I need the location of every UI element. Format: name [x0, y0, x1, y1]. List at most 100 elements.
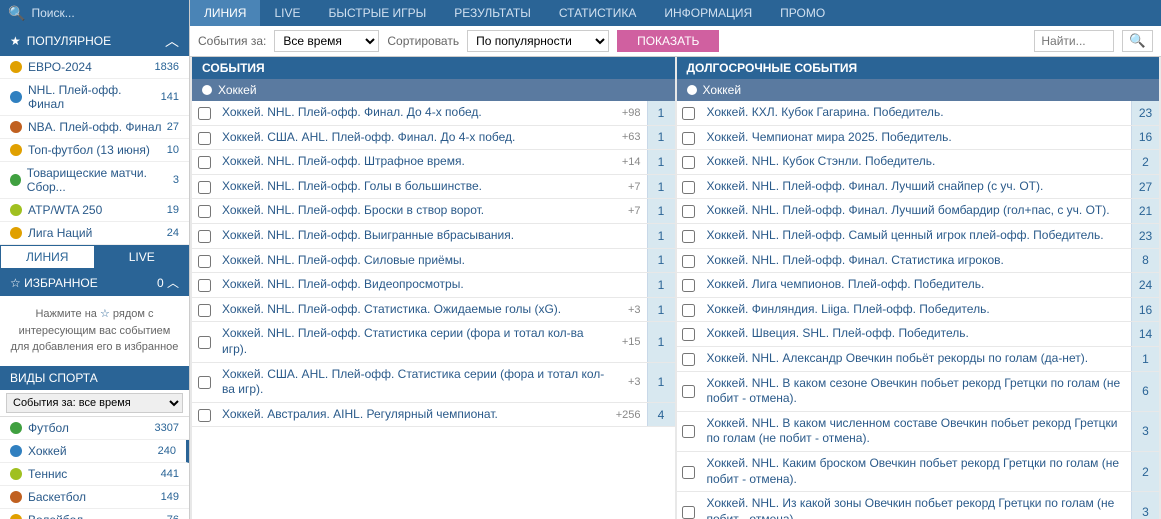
event-badge[interactable]: 1	[647, 101, 675, 125]
event-name[interactable]: Хоккей. NHL. Плей-офф. Видеопросмотры.	[216, 273, 647, 297]
nav-item[interactable]: БЫСТРЫЕ ИГРЫ	[314, 0, 440, 26]
event-name[interactable]: Хоккей. США. AHL. Плей-офф. Финал. До 4-…	[216, 126, 616, 150]
event-badge[interactable]: 14	[1131, 322, 1159, 346]
event-checkbox[interactable]	[198, 230, 211, 243]
event-name[interactable]: Хоккей. Чемпионат мира 2025. Победитель.	[701, 126, 1132, 150]
chevron-up-icon[interactable]: ︿	[165, 31, 179, 51]
event-badge[interactable]: 21	[1131, 199, 1159, 223]
event-badge[interactable]: 1	[647, 224, 675, 248]
event-badge[interactable]: 4	[647, 403, 675, 427]
event-badge[interactable]: 2	[1131, 452, 1159, 491]
event-name[interactable]: Хоккей. США. AHL. Плей-офф. Статистика с…	[216, 363, 622, 402]
event-name[interactable]: Хоккей. NHL. Плей-офф. Самый ценный игро…	[701, 224, 1132, 248]
event-name[interactable]: Хоккей. NHL. Плей-офф. Финал. Лучший сна…	[701, 175, 1132, 199]
event-badge[interactable]: 16	[1131, 298, 1159, 322]
event-name[interactable]: Хоккей. КХЛ. Кубок Гагарина. Победитель.	[701, 101, 1132, 125]
sport-item[interactable]: Хоккей240	[0, 440, 189, 463]
event-checkbox[interactable]	[682, 353, 695, 366]
event-name[interactable]: Хоккей. NHL. Плей-офф. Голы в большинств…	[216, 175, 622, 199]
nav-item[interactable]: ИНФОРМАЦИЯ	[650, 0, 766, 26]
event-badge[interactable]: 24	[1131, 273, 1159, 297]
event-checkbox[interactable]	[682, 328, 695, 341]
event-badge[interactable]: 1	[647, 298, 675, 322]
event-checkbox[interactable]	[682, 132, 695, 145]
event-badge[interactable]: 16	[1131, 126, 1159, 150]
event-checkbox[interactable]	[682, 107, 695, 120]
nav-item[interactable]: СТАТИСТИКА	[545, 0, 650, 26]
sports-header[interactable]: ВИДЫ СПОРТА	[0, 366, 189, 390]
event-name[interactable]: Хоккей. NHL. Плей-офф. Броски в створ во…	[216, 199, 622, 223]
event-name[interactable]: Хоккей. NHL. Кубок Стэнли. Победитель.	[701, 150, 1132, 174]
event-checkbox[interactable]	[682, 230, 695, 243]
popular-item[interactable]: Топ-футбол (13 июня)10	[0, 139, 189, 162]
nav-item[interactable]: LIVE	[260, 0, 314, 26]
event-checkbox[interactable]	[198, 336, 211, 349]
event-checkbox[interactable]	[682, 304, 695, 317]
tab-line[interactable]: ЛИНИЯ	[0, 245, 95, 269]
event-checkbox[interactable]	[682, 205, 695, 218]
event-checkbox[interactable]	[198, 409, 211, 422]
event-checkbox[interactable]	[682, 279, 695, 292]
event-badge[interactable]: 1	[647, 126, 675, 150]
event-checkbox[interactable]	[682, 255, 695, 268]
event-badge[interactable]: 2	[1131, 150, 1159, 174]
event-badge[interactable]: 1	[647, 199, 675, 223]
event-badge[interactable]: 27	[1131, 175, 1159, 199]
event-name[interactable]: Хоккей. NHL. Александр Овечкин побьёт ре…	[701, 347, 1132, 371]
event-badge[interactable]: 1	[1131, 347, 1159, 371]
event-name[interactable]: Хоккей. NHL. Плей-офф. Статистика серии …	[216, 322, 616, 361]
event-name[interactable]: Хоккей. NHL. Плей-офф. Выигранные вбрасы…	[216, 224, 647, 248]
event-badge[interactable]: 6	[1131, 372, 1159, 411]
sort-select[interactable]: По популярности	[467, 30, 609, 52]
popular-item[interactable]: ATP/WTA 25019	[0, 199, 189, 222]
event-name[interactable]: Хоккей. NHL. Плей-офф. Финал. Лучший бом…	[701, 199, 1132, 223]
show-button[interactable]: ПОКАЗАТЬ	[617, 30, 719, 52]
sport-header-left[interactable]: Хоккей	[192, 79, 675, 101]
tab-live[interactable]: LIVE	[95, 245, 190, 269]
event-badge[interactable]: 1	[647, 273, 675, 297]
event-name[interactable]: Хоккей. NHL. Из какой зоны Овечкин побье…	[701, 492, 1132, 519]
event-checkbox[interactable]	[682, 385, 695, 398]
events-time-select[interactable]: Все время	[274, 30, 379, 52]
sports-time-select[interactable]: События за: все время	[6, 393, 183, 413]
event-checkbox[interactable]	[198, 205, 211, 218]
find-input[interactable]	[1034, 30, 1114, 52]
event-checkbox[interactable]	[198, 279, 211, 292]
event-checkbox[interactable]	[682, 156, 695, 169]
sport-header-right[interactable]: Хоккей	[677, 79, 1160, 101]
popular-item[interactable]: NBA. Плей-офф. Финал27	[0, 116, 189, 139]
event-name[interactable]: Хоккей. Швеция. SHL. Плей-офф. Победител…	[701, 322, 1132, 346]
find-button[interactable]: 🔍	[1122, 30, 1153, 52]
event-checkbox[interactable]	[198, 156, 211, 169]
event-badge[interactable]: 1	[647, 249, 675, 273]
popular-item[interactable]: NHL. Плей-офф. Финал141	[0, 79, 189, 116]
event-name[interactable]: Хоккей. NHL. Плей-офф. Статистика. Ожида…	[216, 298, 622, 322]
event-name[interactable]: Хоккей. Австралия. AIHL. Регулярный чемп…	[216, 403, 610, 427]
event-checkbox[interactable]	[198, 132, 211, 145]
event-checkbox[interactable]	[682, 506, 695, 519]
event-checkbox[interactable]	[198, 181, 211, 194]
event-checkbox[interactable]	[682, 466, 695, 479]
event-name[interactable]: Хоккей. NHL. Плей-офф. Финал. До 4-х поб…	[216, 101, 616, 125]
event-badge[interactable]: 1	[647, 363, 675, 402]
nav-item[interactable]: ПРОМО	[766, 0, 839, 26]
event-checkbox[interactable]	[198, 376, 211, 389]
event-checkbox[interactable]	[198, 304, 211, 317]
sport-item[interactable]: Баскетбол149	[0, 486, 189, 509]
sport-item[interactable]: Теннис441	[0, 463, 189, 486]
sport-item[interactable]: Футбол3307	[0, 417, 189, 440]
event-name[interactable]: Хоккей. NHL. Каким броском Овечкин побье…	[701, 452, 1132, 491]
event-checkbox[interactable]	[198, 255, 211, 268]
nav-item[interactable]: РЕЗУЛЬТАТЫ	[440, 0, 545, 26]
event-name[interactable]: Хоккей. NHL. В каком численном составе О…	[701, 412, 1132, 451]
event-name[interactable]: Хоккей. Финляндия. Liiga. Плей-офф. Побе…	[701, 298, 1132, 322]
event-badge[interactable]: 1	[647, 322, 675, 361]
event-checkbox[interactable]	[198, 107, 211, 120]
event-name[interactable]: Хоккей. Лига чемпионов. Плей-офф. Победи…	[701, 273, 1132, 297]
event-name[interactable]: Хоккей. NHL. Плей-офф. Финал. Статистика…	[701, 249, 1132, 273]
popular-item[interactable]: Лига Наций24	[0, 222, 189, 245]
sport-item[interactable]: Волейбол76	[0, 509, 189, 519]
event-name[interactable]: Хоккей. NHL. Плей-офф. Штрафное время.	[216, 150, 616, 174]
event-badge[interactable]: 23	[1131, 101, 1159, 125]
nav-item[interactable]: ЛИНИЯ	[190, 0, 260, 26]
